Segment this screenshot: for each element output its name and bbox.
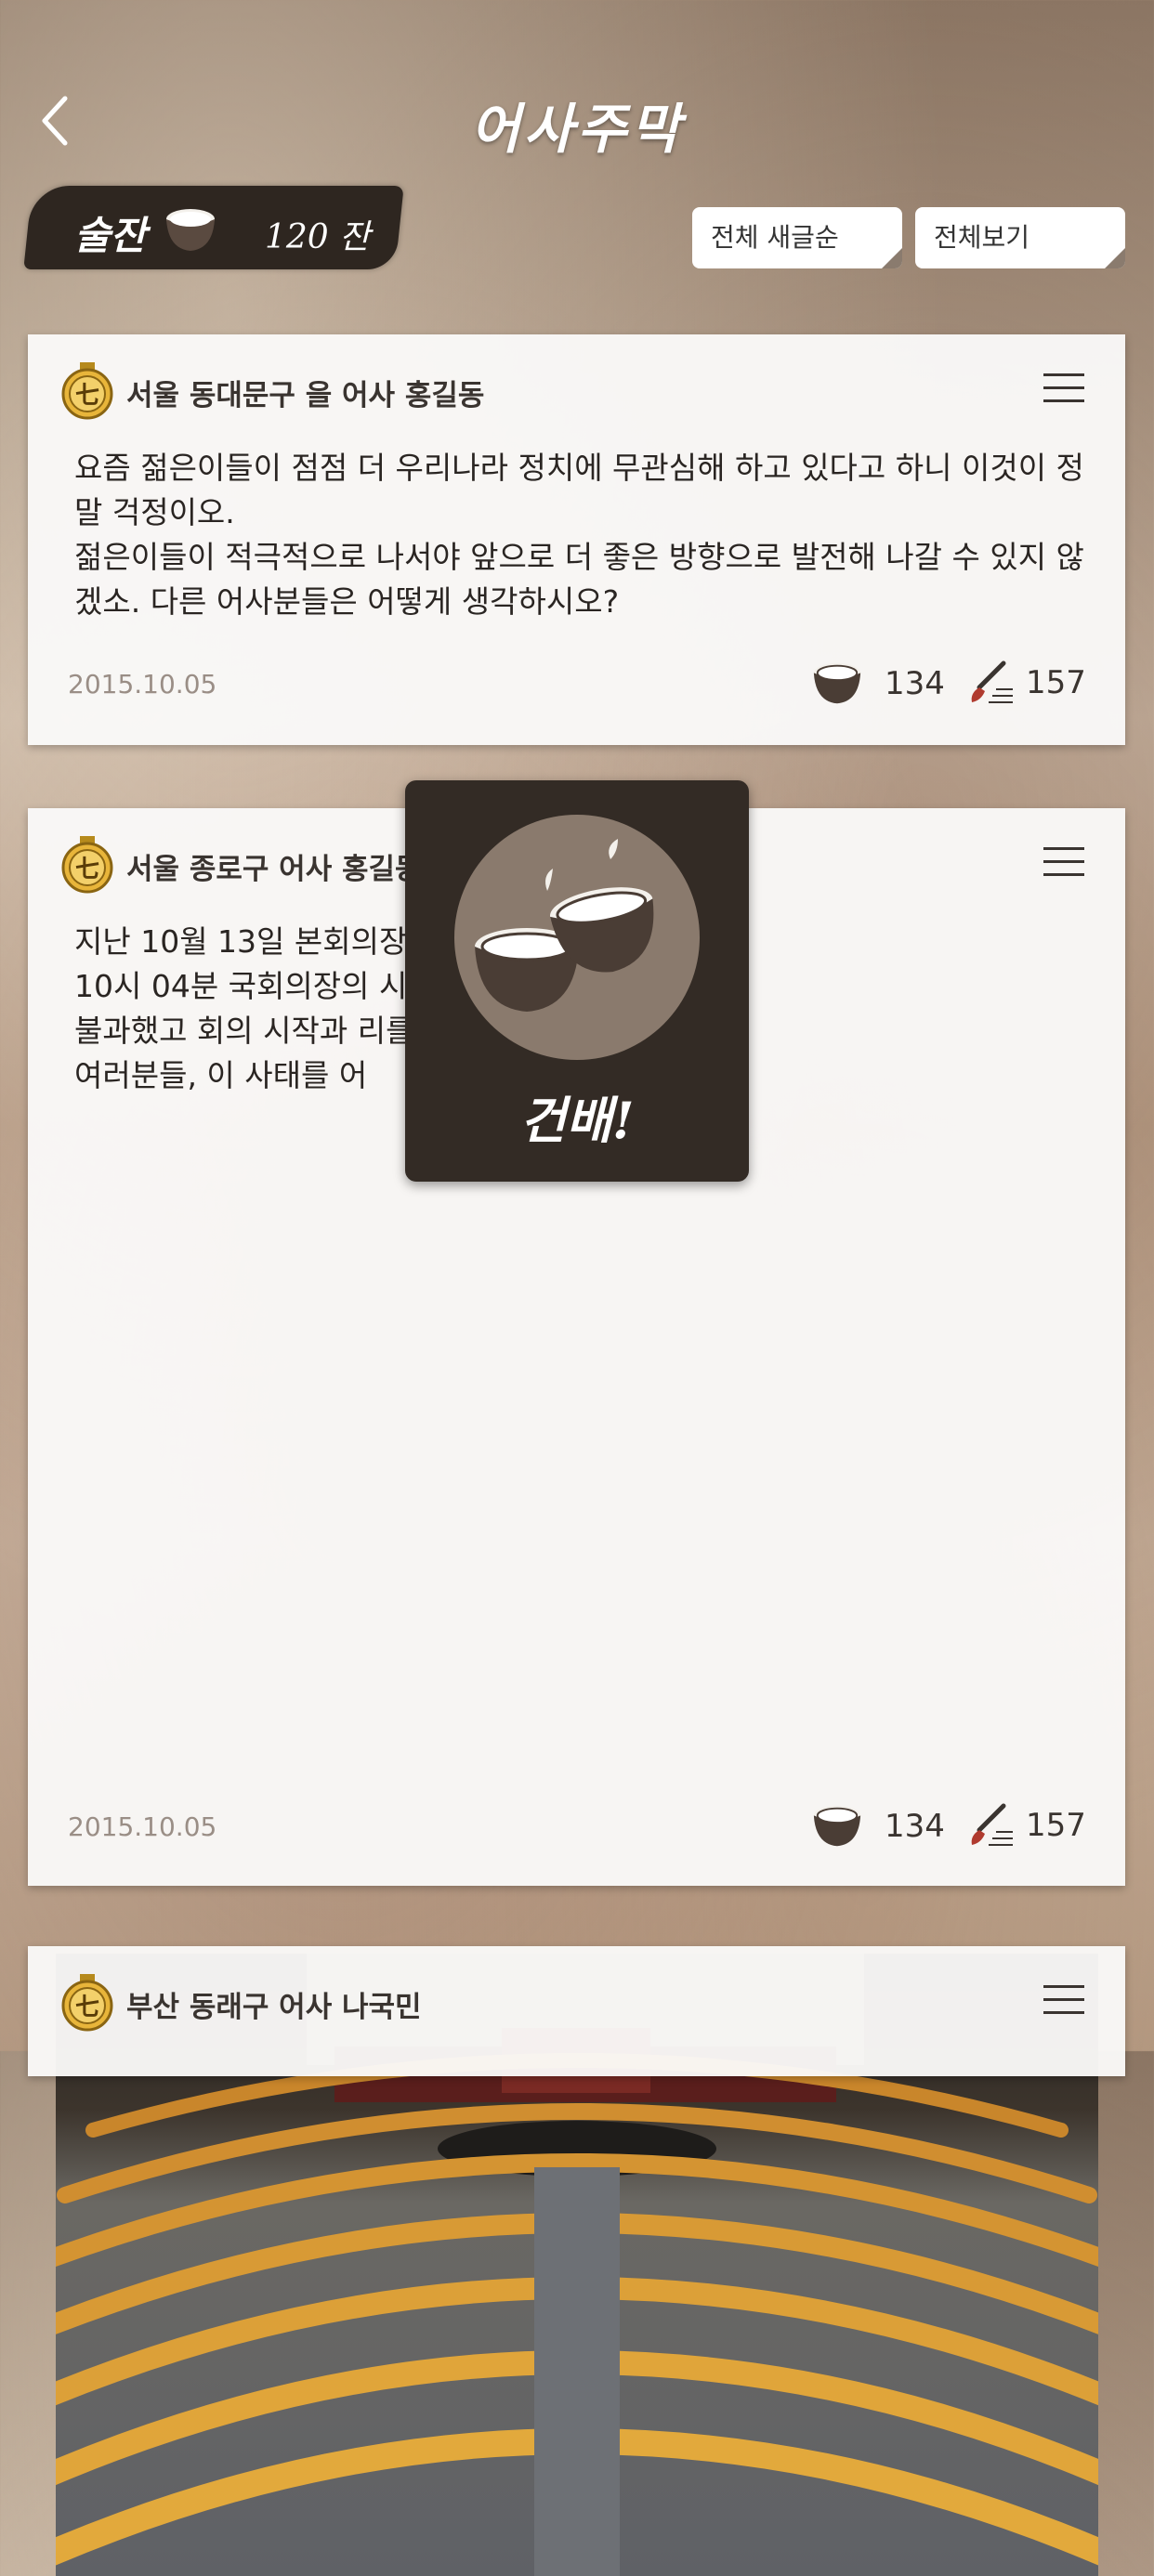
makgeolli-cup-icon [813,662,861,704]
menu-icon[interactable] [1043,847,1084,879]
svg-text:七: 七 [75,856,99,883]
page-title: 어사주막 [470,98,684,161]
post-author: 서울 종로구 어사 홍길동 [126,853,422,886]
post-card: 七 서울 동대문구 을 어사 홍길동 요즘 젊은이들이 점점 더 우리나라 정치… [28,334,1125,745]
clinking-cups-icon [475,839,654,1012]
comments-button[interactable]: 157 [966,1802,1086,1849]
cheers-toast: 건배! [405,780,749,1182]
post-author: 부산 동래구 어사 나국민 [126,1991,422,2024]
sort-filter-label: 전체 새글순 [711,222,839,253]
post-text: 요즘 젊은이들이 점점 더 우리나라 정치에 무관심해 하고 있다고 하니 이것… [74,450,1084,620]
sort-filter-button[interactable]: 전체 새글순 [692,207,902,268]
toast-text: 건배! [519,1091,635,1150]
rank-medal-icon: 七 [61,362,113,420]
drink-count-badge: 술잔 120 잔 [23,186,404,269]
comments-count: 157 [1026,664,1086,701]
menu-icon[interactable] [1043,373,1084,405]
svg-text:七: 七 [75,382,99,410]
header: 어사주막 [0,0,1154,204]
cheers-count: 134 [885,665,945,702]
cheers-count: 134 [885,1808,945,1845]
brush-icon [971,1803,1013,1846]
drink-count: 120 잔 [265,218,371,256]
post-card: 七 부산 동래구 어사 나국민 [28,1946,1125,2076]
comments-button[interactable]: 157 [966,660,1086,706]
rank-medal-icon: 七 [61,836,113,894]
cheers-button[interactable]: 134 [810,1802,945,1850]
dropdown-corner-icon [882,248,902,268]
dropdown-corner-icon [1105,248,1125,268]
view-filter-button[interactable]: 전체보기 [915,207,1125,268]
makgeolli-cup-icon [166,209,215,251]
post-date: 2015.10.05 [68,669,217,700]
cheers-button[interactable]: 134 [810,660,945,708]
post-author: 서울 동대문구 을 어사 홍길동 [126,379,485,412]
brush-icon [971,660,1013,703]
comments-count: 157 [1026,1807,1086,1844]
menu-icon[interactable] [1043,1985,1084,2017]
rank-medal-icon: 七 [61,1974,113,2032]
svg-text:七: 七 [75,1994,99,2021]
view-filter-label: 전체보기 [934,222,1030,253]
drink-label: 술잔 [74,213,147,258]
makgeolli-cup-icon [813,1805,861,1847]
post-date: 2015.10.05 [68,1811,217,1842]
